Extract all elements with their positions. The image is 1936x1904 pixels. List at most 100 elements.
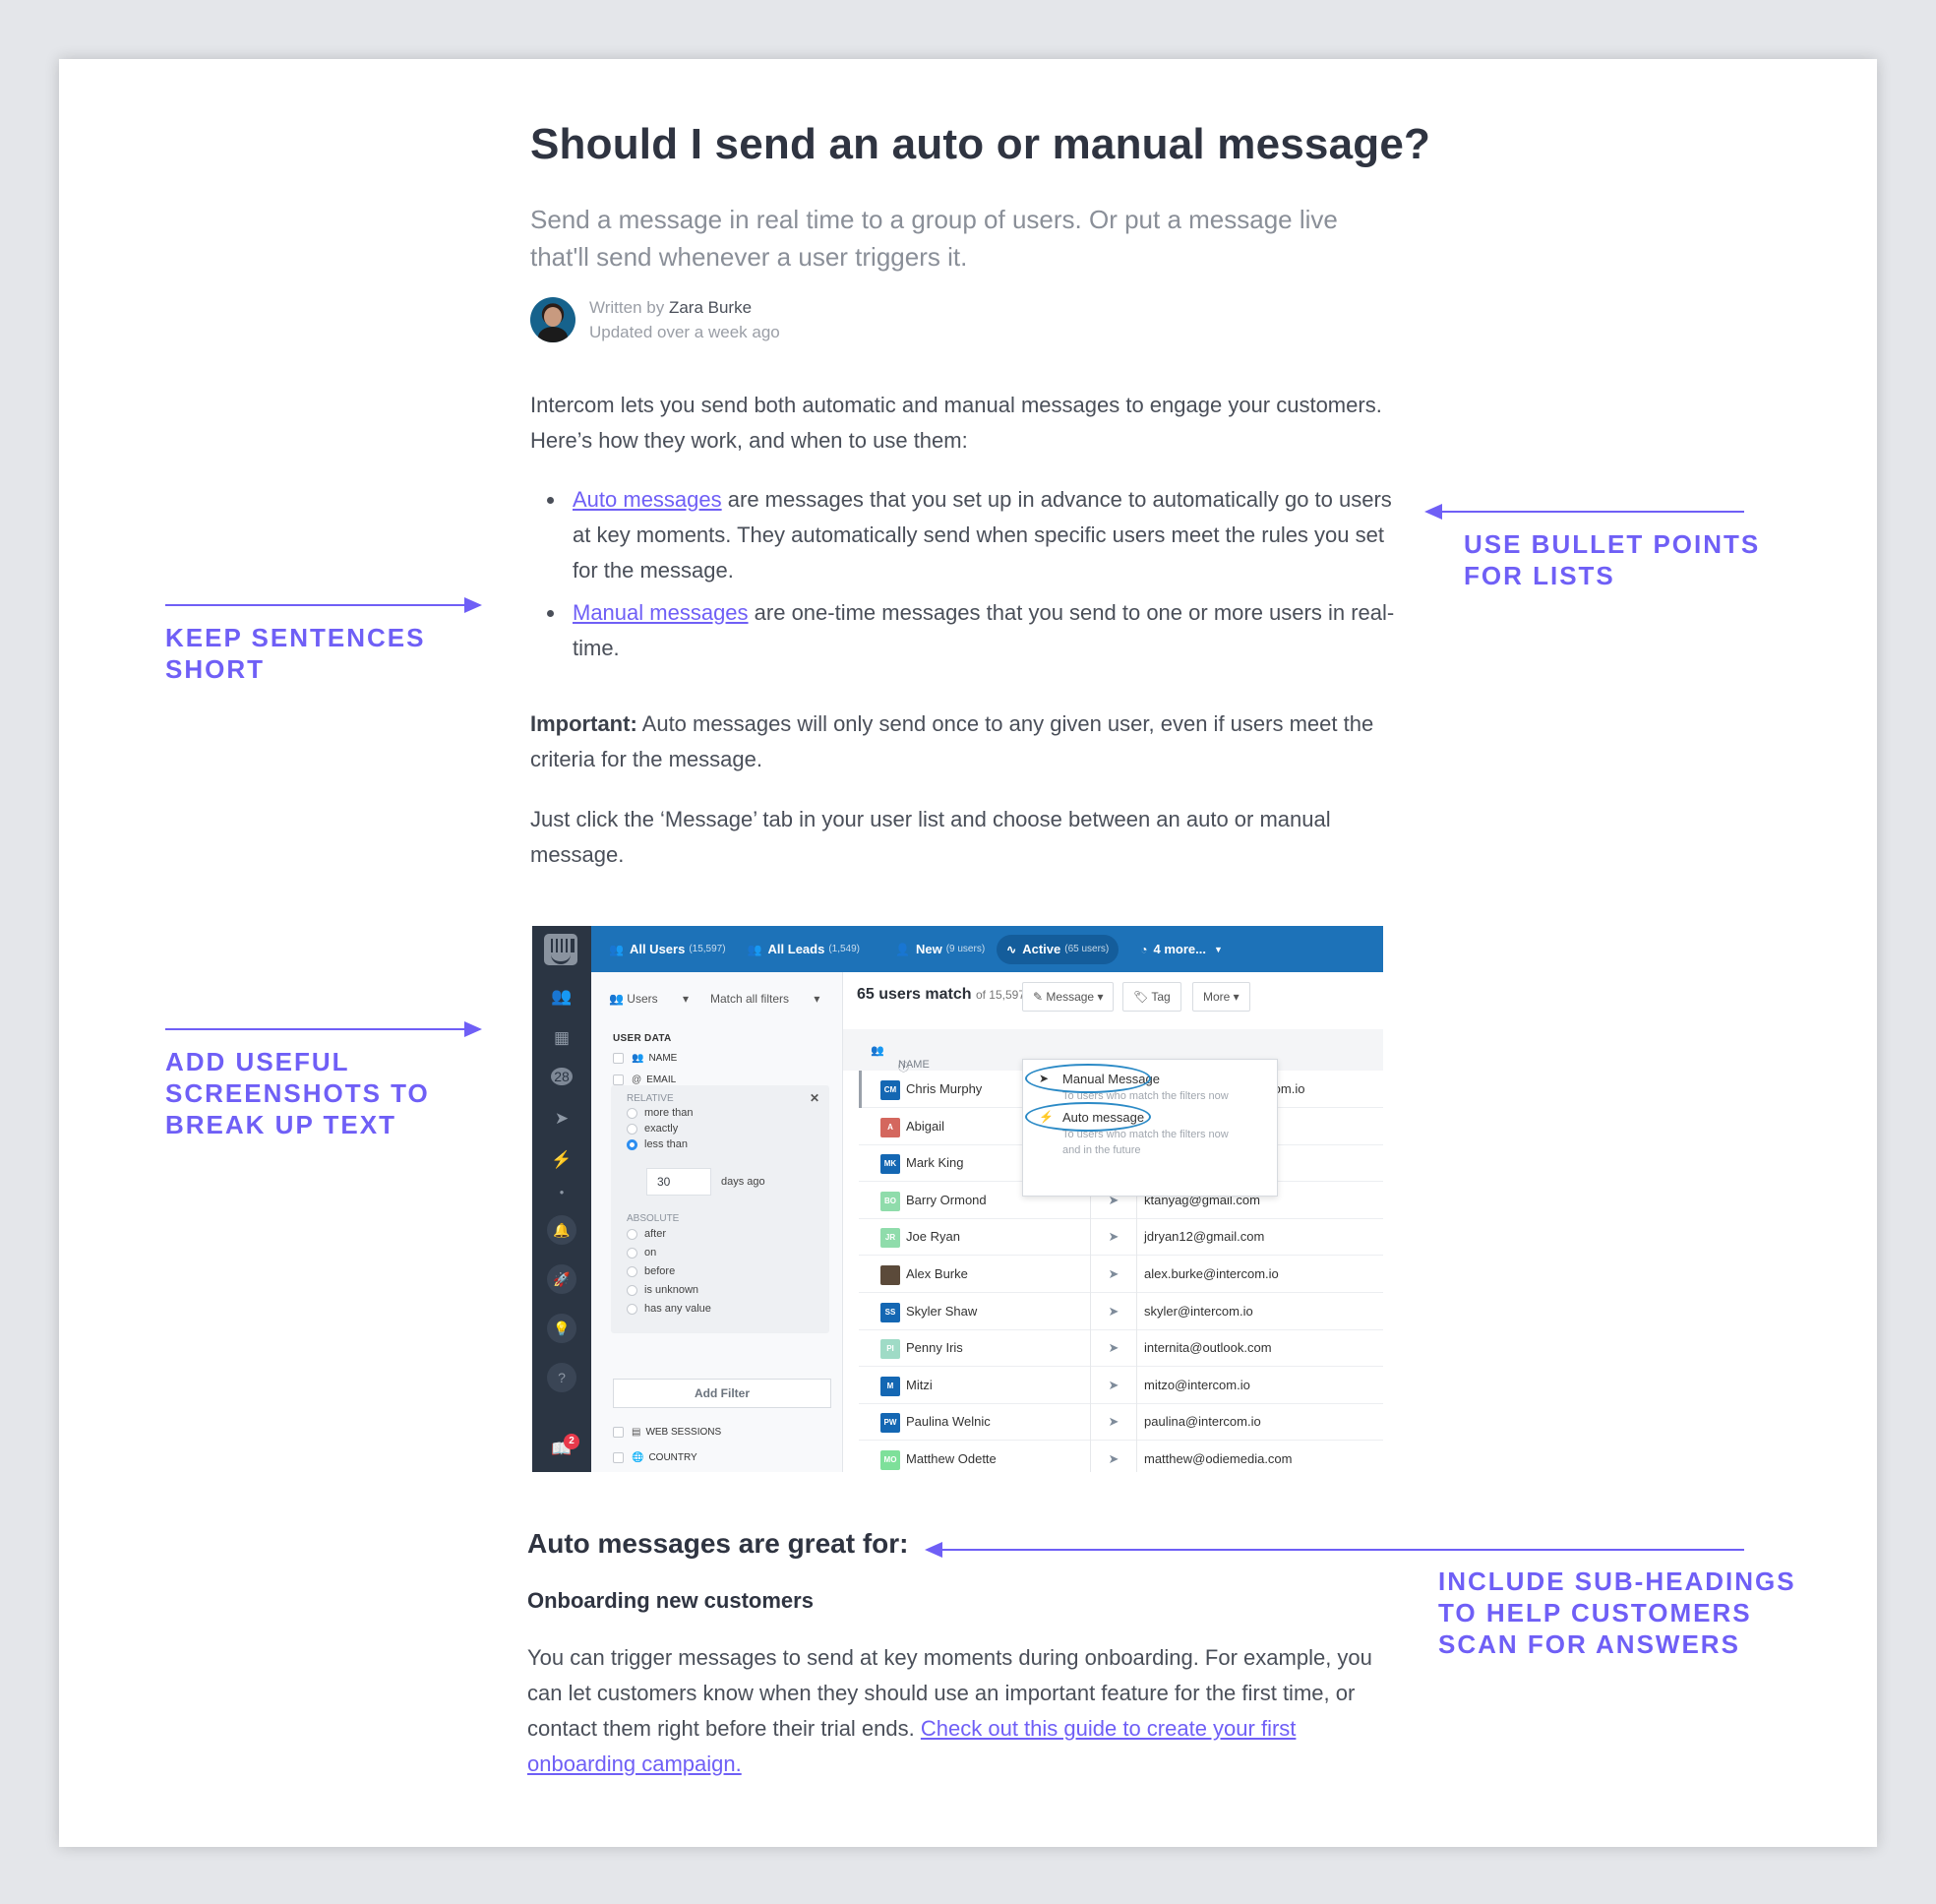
- radio-is-unknown[interactable]: is unknown: [627, 1284, 698, 1296]
- match-count: 65 users match: [857, 986, 972, 1003]
- radio-on[interactable]: on: [627, 1247, 656, 1259]
- paper-plane-nav-icon[interactable]: ➤: [532, 1109, 591, 1129]
- paper-plane-icon: ➤: [1090, 1256, 1137, 1293]
- inbox-nav-icon[interactable]: 28: [532, 1068, 591, 1085]
- user-name[interactable]: Matthew Odette: [906, 1451, 997, 1466]
- user-list: 65 users match of 15,597 ✎ Message ▾ 🏷 T…: [843, 972, 1383, 1472]
- activity-icon: ∿: [1006, 942, 1017, 956]
- user-icon: 👤: [895, 942, 910, 956]
- bullet-list: Auto messages are messages that you set …: [530, 482, 1406, 673]
- days-input[interactable]: 30: [646, 1168, 711, 1196]
- table-row[interactable]: PI Penny Iris ➤ internita@outlook.com: [859, 1329, 1383, 1368]
- pie-icon: ◔: [1140, 942, 1148, 956]
- chart-icon: ▤: [632, 1427, 641, 1438]
- globe-icon: 🌐: [632, 1452, 644, 1463]
- user-avatar: JR: [880, 1228, 900, 1249]
- intro-paragraph: Intercom lets you send both automatic an…: [530, 393, 1382, 453]
- scroll-indicator: [859, 1071, 862, 1108]
- radio-less-than[interactable]: less than: [627, 1138, 688, 1150]
- article-subtitle: Send a message in real time to a group o…: [530, 205, 1338, 272]
- message-dropdown: ➤ Manual Message To users who match the …: [1022, 1059, 1278, 1197]
- user-name[interactable]: Abigail: [906, 1119, 944, 1134]
- written-by-label: Written by: [589, 298, 665, 317]
- book-nav-icon[interactable]: 📖 2: [532, 1434, 591, 1459]
- table-row[interactable]: M Mitzi ➤ mitzo@intercom.io: [859, 1366, 1383, 1404]
- segment-new[interactable]: 👤 New (9 users): [895, 935, 985, 964]
- radio-before[interactable]: before: [627, 1265, 675, 1277]
- arrow-right-icon: [165, 1021, 482, 1037]
- user-avatar: PW: [880, 1413, 900, 1434]
- radio-after[interactable]: after: [627, 1228, 666, 1240]
- more-button[interactable]: More ▾: [1192, 982, 1250, 1012]
- users-nav-icon[interactable]: 👥: [532, 987, 591, 1007]
- leads-icon: 👥: [747, 942, 762, 956]
- user-data-heading: USER DATA: [613, 1033, 672, 1044]
- paper-plane-icon: ➤: [1090, 1403, 1137, 1442]
- user-avatar: M: [880, 1376, 900, 1396]
- match-filter-dropdown[interactable]: Match all filters ▾: [710, 992, 819, 1006]
- bell-nav-icon[interactable]: 🔔: [532, 1215, 591, 1245]
- user-name[interactable]: Paulina Welnic: [906, 1414, 991, 1429]
- updated-time: Updated over a week ago: [589, 323, 780, 341]
- message-button[interactable]: ✎ Message ▾: [1022, 982, 1115, 1012]
- segment-more[interactable]: ◔ 4 more... ▼: [1140, 935, 1223, 964]
- user-email: paulina@intercom.io: [1144, 1414, 1261, 1430]
- user-name[interactable]: Chris Murphy: [906, 1081, 982, 1096]
- table-row[interactable]: JR Joe Ryan ➤ jdryan12@gmail.com: [859, 1218, 1383, 1257]
- auto-messages-link[interactable]: Auto messages: [573, 487, 722, 512]
- user-name[interactable]: Barry Ormond: [906, 1193, 987, 1207]
- lightbulb-nav-icon[interactable]: 💡: [532, 1314, 591, 1343]
- tag-button[interactable]: 🏷 Tag: [1122, 982, 1181, 1012]
- user-name[interactable]: Mitzi: [906, 1378, 933, 1392]
- user-name[interactable]: Joe Ryan: [906, 1229, 960, 1244]
- table-row[interactable]: PW Paulina Welnic ➤ paulina@intercom.io: [859, 1403, 1383, 1442]
- name-column-header[interactable]: NAME: [898, 1059, 930, 1071]
- country-checkbox[interactable]: 🌐 COUNTRY: [613, 1452, 697, 1463]
- radio-more-than[interactable]: more than: [627, 1107, 694, 1119]
- user-name[interactable]: Skyler Shaw: [906, 1304, 977, 1319]
- arrow-right-icon: [165, 597, 482, 613]
- highlight-ring: [1025, 1064, 1151, 1093]
- platform-nav-icon[interactable]: ▦: [532, 1028, 591, 1048]
- user-name[interactable]: Alex Burke: [906, 1266, 968, 1281]
- user-avatar: PI: [880, 1339, 900, 1360]
- radio-exactly[interactable]: exactly: [627, 1123, 678, 1135]
- user-email: mitzo@intercom.io: [1144, 1377, 1250, 1392]
- segment-active[interactable]: ∿ Active (65 users): [997, 934, 1119, 964]
- arrow-left-icon: [925, 1542, 1744, 1558]
- notification-badge: 2: [564, 1434, 579, 1449]
- arrow-left-icon: [1424, 504, 1744, 520]
- rocket-nav-icon[interactable]: 🚀: [532, 1264, 591, 1294]
- user-avatar: MK: [880, 1154, 900, 1175]
- user-name[interactable]: Penny Iris: [906, 1340, 963, 1355]
- lightning-nav-icon[interactable]: ⚡: [532, 1150, 591, 1170]
- author-block: Written by Zara Burke Updated over a wee…: [530, 295, 780, 344]
- section-paragraph: You can trigger messages to send at key …: [527, 1645, 1372, 1776]
- table-row[interactable]: SS Skyler Shaw ➤ skyler@intercom.io: [859, 1292, 1383, 1330]
- annotation-bullets: USE BULLET POINTS FOR LISTS: [1464, 529, 1761, 590]
- segment-all-leads[interactable]: 👥 All Leads (1,549): [748, 935, 860, 964]
- highlight-ring: [1025, 1102, 1151, 1132]
- name-checkbox[interactable]: 👥 NAME: [613, 1053, 677, 1064]
- manual-messages-link[interactable]: Manual messages: [573, 600, 749, 625]
- email-checkbox[interactable]: @ EMAIL: [613, 1075, 676, 1085]
- users-dropdown[interactable]: 👥 Users ▾: [609, 992, 689, 1006]
- web-sessions-checkbox[interactable]: ▤ WEB SESSIONS: [613, 1427, 721, 1438]
- table-row[interactable]: MO Matthew Odette ➤ matthew@odiemedia.com: [859, 1441, 1383, 1472]
- close-icon[interactable]: ✕: [810, 1091, 819, 1105]
- tag-icon: 🏷: [1133, 990, 1149, 1004]
- table-row[interactable]: Alex Burke ➤ alex.burke@intercom.io: [859, 1256, 1383, 1293]
- paper-plane-icon: ➤: [1090, 1218, 1137, 1257]
- radio-has-any-value[interactable]: has any value: [627, 1303, 711, 1315]
- add-filter-button[interactable]: Add Filter: [613, 1379, 831, 1408]
- users-icon: 👥: [609, 942, 624, 956]
- list-item: Manual messages are one-time messages th…: [530, 595, 1406, 666]
- segment-all-users[interactable]: 👥 All Users (15,597): [609, 935, 726, 964]
- user-avatar: MO: [880, 1450, 900, 1470]
- user-email: alex.burke@intercom.io: [1144, 1266, 1279, 1281]
- author-name[interactable]: Zara Burke: [669, 298, 752, 317]
- help-nav-icon[interactable]: ?: [532, 1363, 591, 1392]
- at-icon: @: [632, 1075, 642, 1085]
- user-name[interactable]: Mark King: [906, 1155, 964, 1170]
- app-sidebar: 👥 ▦ 28 ➤ ⚡ ● 🔔 🚀 💡 ? 📖 2: [532, 926, 591, 1472]
